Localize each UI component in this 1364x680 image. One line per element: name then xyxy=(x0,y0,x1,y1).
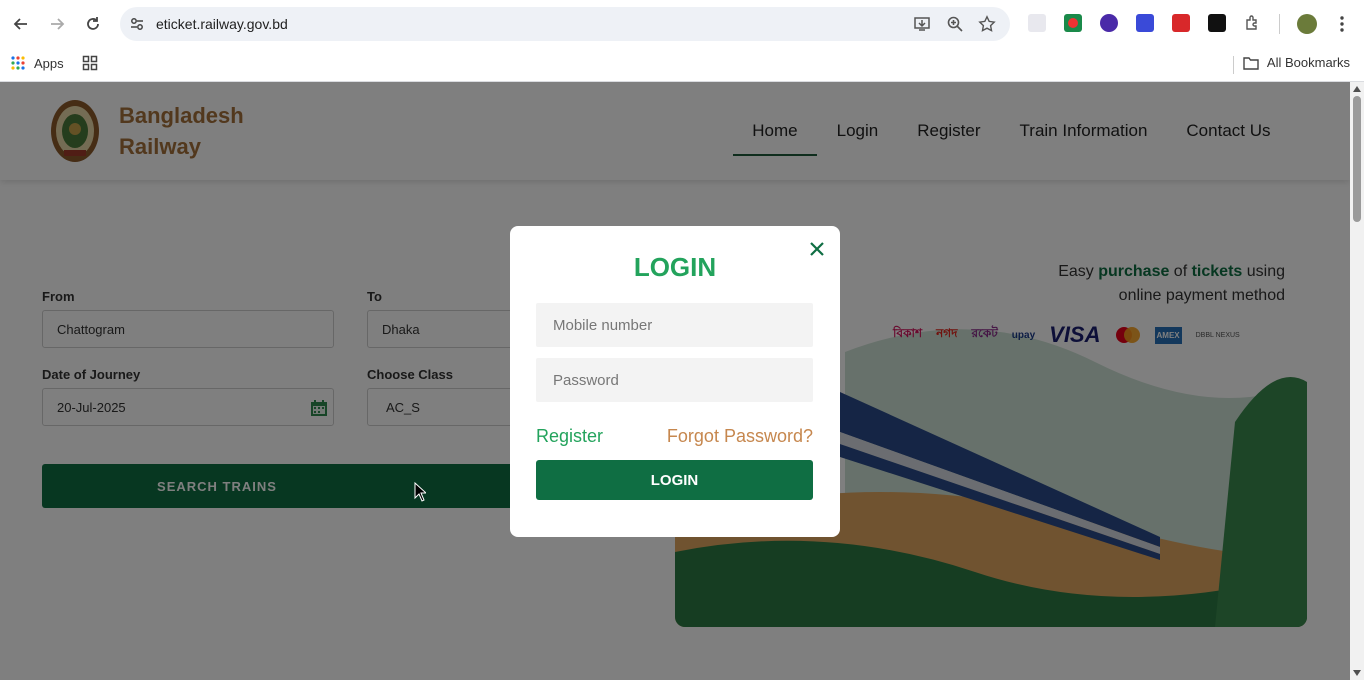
extension-1-icon[interactable] xyxy=(1028,14,1046,32)
toolbar-divider xyxy=(1279,14,1280,34)
bookmark-apps[interactable]: Apps xyxy=(10,55,98,71)
site-info-icon[interactable] xyxy=(128,15,146,33)
password-input[interactable] xyxy=(536,358,813,402)
browser-toolbar: eticket.railway.gov.bd xyxy=(0,0,1364,48)
address-bar[interactable]: eticket.railway.gov.bd xyxy=(120,7,1010,41)
forgot-password-link[interactable]: Forgot Password? xyxy=(667,426,813,447)
scroll-up-arrow-icon[interactable] xyxy=(1353,86,1361,92)
url-text: eticket.railway.gov.bd xyxy=(156,16,288,32)
bookmark-star-icon[interactable] xyxy=(978,15,996,33)
extension-3-icon[interactable] xyxy=(1100,14,1118,32)
extension-2-icon[interactable] xyxy=(1064,14,1082,32)
login-modal: LOGIN Register Forgot Password? LOGIN xyxy=(510,226,840,537)
bookmarks-bar: Apps All Bookmarks xyxy=(0,48,1364,82)
login-button[interactable]: LOGIN xyxy=(536,460,813,500)
profile-avatar[interactable] xyxy=(1297,14,1317,34)
all-bookmarks-label: All Bookmarks xyxy=(1266,55,1350,70)
scrollbar-thumb[interactable] xyxy=(1353,96,1361,222)
menu-kebab-icon[interactable] xyxy=(1335,14,1349,34)
apps-label: Apps xyxy=(34,55,64,71)
scroll-down-arrow-icon[interactable] xyxy=(1353,670,1361,676)
forward-icon[interactable] xyxy=(45,12,69,36)
apps-grid-icon xyxy=(11,56,25,70)
bookmarks-divider xyxy=(1233,56,1234,74)
back-icon[interactable] xyxy=(9,12,33,36)
all-bookmarks[interactable]: All Bookmarks xyxy=(1243,55,1350,70)
mobile-number-input[interactable] xyxy=(536,303,813,347)
close-icon[interactable] xyxy=(808,240,826,258)
tab-groups-icon[interactable] xyxy=(82,55,98,71)
modal-title: LOGIN xyxy=(633,252,717,282)
extension-5-icon[interactable] xyxy=(1172,14,1190,32)
mouse-cursor-icon xyxy=(414,482,426,502)
page-scrollbar[interactable] xyxy=(1350,82,1364,680)
extension-6-icon[interactable] xyxy=(1208,14,1226,32)
install-app-icon[interactable] xyxy=(913,15,931,33)
reload-icon[interactable] xyxy=(81,12,105,36)
extension-4-icon[interactable] xyxy=(1136,14,1154,32)
extensions-puzzle-icon[interactable] xyxy=(1244,14,1262,32)
folder-icon xyxy=(1243,56,1259,70)
zoom-icon[interactable] xyxy=(946,15,964,33)
register-link[interactable]: Register xyxy=(536,426,603,447)
